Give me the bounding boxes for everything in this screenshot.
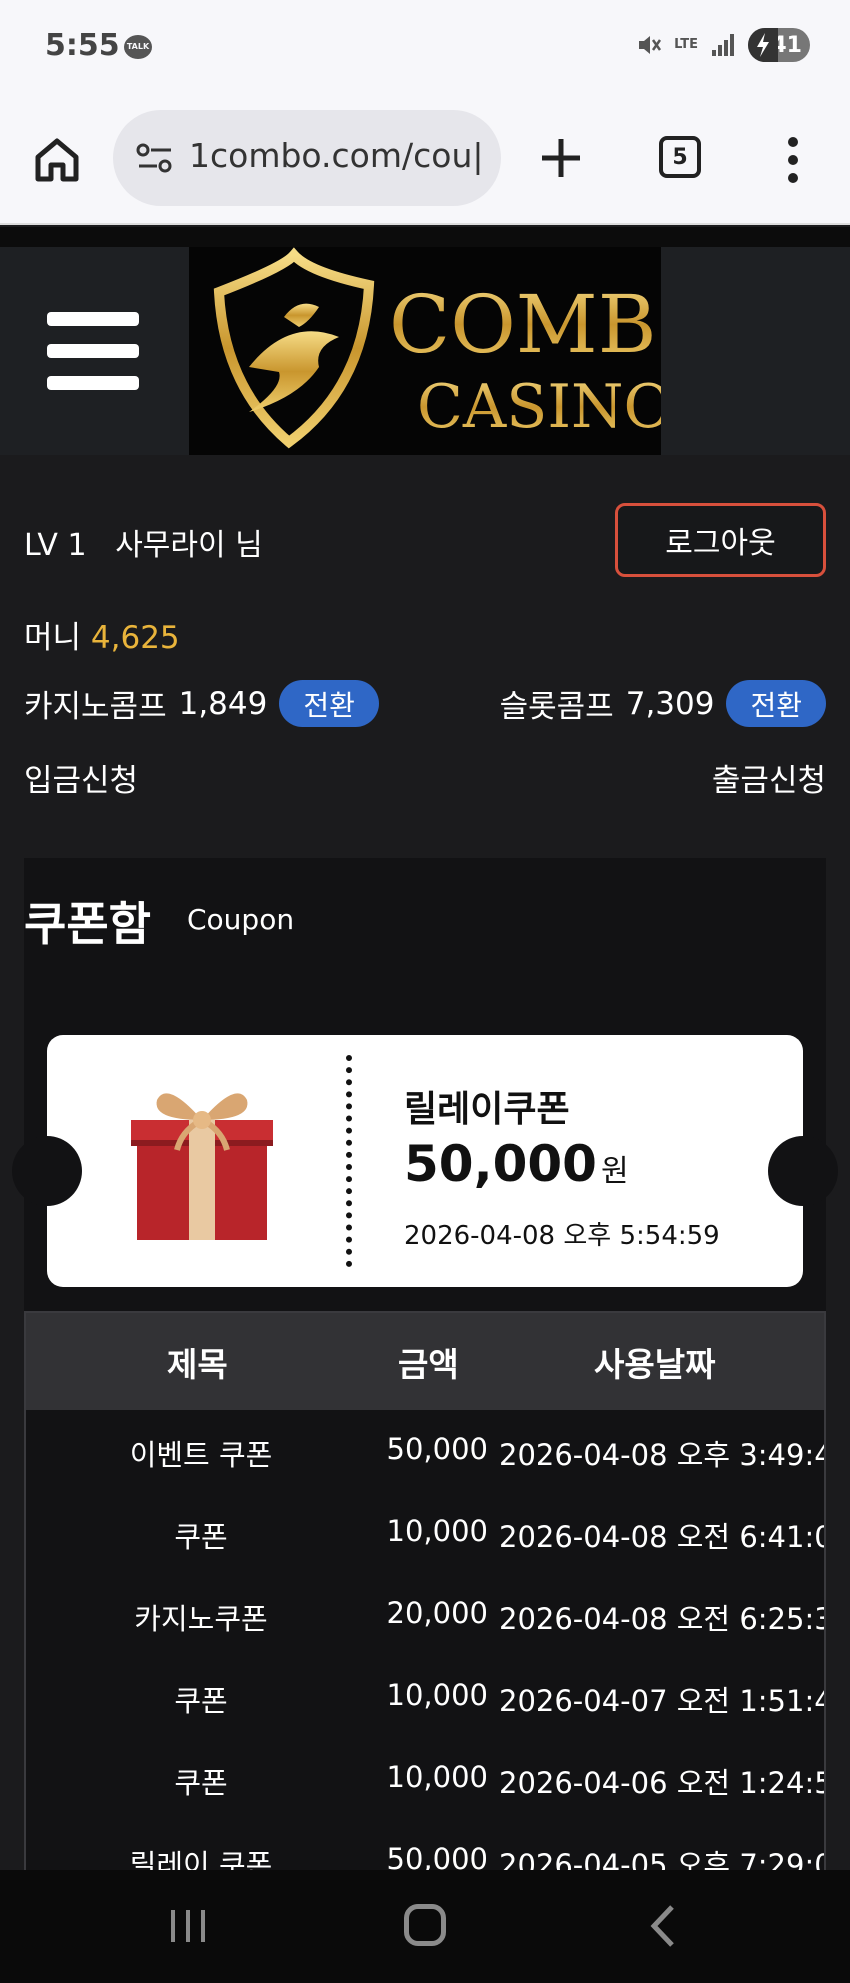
home-button-icon[interactable] (404, 1904, 446, 1946)
signal-icon (712, 34, 734, 56)
status-bar: 5:55 TALK LTE 41 (0, 0, 850, 95)
url-text[interactable]: 1combo.com/cou| (189, 136, 484, 175)
home-icon[interactable] (32, 135, 82, 185)
table-row: 쿠폰 10,000 2026-04-08 오전 6:41:02 (26, 1492, 826, 1574)
table-row: 쿠폰 10,000 2026-04-06 오전 1:24:57 (26, 1738, 826, 1820)
coupon-box: 쿠폰함 Coupon 릴레이쿠폰 50,000 원 2026-04-08 오후 5… (12, 858, 838, 1983)
casino-comp-value: 1,849 (178, 685, 268, 722)
row-amount: 10,000 (386, 1678, 488, 1712)
status-time: 5:55 (45, 28, 120, 63)
logo-combo-text: COMBO (389, 278, 661, 371)
ticket-amount-value: 50,000 (404, 1135, 597, 1193)
lte-icon: LTE (674, 37, 698, 52)
menu-icon[interactable] (47, 312, 139, 390)
status-icons: LTE 41 (636, 28, 810, 62)
row-title: 이벤트 쿠폰 (129, 1438, 273, 1472)
user-level-name: LV 1 사무라이 님 (24, 520, 263, 564)
user-level: LV 1 (24, 528, 87, 563)
row-amount: 50,000 (386, 1432, 488, 1466)
row-title: 쿠폰 (174, 1684, 228, 1718)
row-date: 2026-04-08 오전 6:41:02 (499, 1520, 826, 1554)
table-header: 제목 금액 사용날짜 (26, 1313, 824, 1410)
withdraw-request-link[interactable]: 출금신청 (712, 755, 826, 800)
logo-casino-text: CASINO (417, 372, 661, 442)
ticket-perforation (346, 1055, 352, 1267)
ticket-notch-right (768, 1136, 838, 1206)
back-icon[interactable] (648, 1904, 678, 1948)
recent-apps-icon[interactable] (168, 1908, 208, 1944)
more-options-icon[interactable] (785, 135, 801, 185)
row-date: 2026-04-08 오전 6:25:31 (499, 1602, 826, 1636)
money-balance: 머니 4,625 (24, 612, 180, 657)
table-row: 이벤트 쿠폰 50,000 2026-04-08 오후 3:49:40 (26, 1410, 826, 1492)
table-row: 카지노쿠폰 20,000 2026-04-08 오전 6:25:31 (26, 1574, 826, 1656)
new-tab-icon[interactable] (538, 135, 584, 181)
header-date: 사용날짜 (594, 1344, 716, 1384)
mute-icon (639, 36, 662, 54)
coupon-ticket[interactable]: 릴레이쿠폰 50,000 원 2026-04-08 오후 5:54:59 (12, 1035, 838, 1287)
battery-icon: 41 (748, 28, 810, 62)
row-date: 2026-04-08 오후 3:49:40 (499, 1438, 826, 1472)
logout-button[interactable]: 로그아웃 (615, 503, 826, 577)
browser-toolbar: 1combo.com/cou| 5 (0, 95, 850, 225)
address-bar[interactable]: 1combo.com/cou| (113, 110, 501, 206)
ticket-amount: 50,000 원 (404, 1135, 629, 1193)
table-row: 쿠폰 10,000 2026-04-07 오전 1:51:44 (26, 1656, 826, 1738)
row-title: 쿠폰 (174, 1766, 228, 1800)
coupon-subtitle: Coupon (187, 903, 295, 936)
money-value: 4,625 (90, 620, 180, 656)
talk-notification-icon: TALK (124, 35, 152, 59)
row-title: 쿠폰 (174, 1520, 228, 1554)
slot-comp-value: 7,309 (625, 685, 715, 722)
row-date: 2026-04-06 오전 1:24:57 (499, 1766, 826, 1800)
deposit-request-link[interactable]: 입금신청 (24, 755, 138, 800)
header-amount: 금액 (398, 1344, 459, 1384)
user-info-panel: LV 1 사무라이 님 로그아웃 머니 4,625 카지노콤프 1,849 전환… (0, 455, 850, 855)
money-label: 머니 (24, 620, 82, 656)
ticket-amount-unit: 원 (600, 1154, 629, 1189)
user-name: 사무라이 님 (115, 528, 263, 563)
slot-comp: 슬롯콤프 7,309 전환 (500, 680, 826, 727)
casino-comp-label: 카지노콤프 (24, 689, 167, 725)
system-navigation-bar (0, 1870, 850, 1983)
casino-comp-convert-button[interactable]: 전환 (279, 680, 379, 727)
combo-casino-logo[interactable]: COMBO CASINO (189, 247, 724, 455)
row-amount: 10,000 (386, 1514, 488, 1548)
row-title: 카지노쿠폰 (134, 1602, 268, 1636)
gift-box-icon (131, 1093, 273, 1240)
header-title: 제목 (167, 1344, 228, 1384)
casino-comp: 카지노콤프 1,849 전환 (24, 680, 379, 727)
row-amount: 10,000 (386, 1760, 488, 1794)
ticket-coupon-name: 릴레이쿠폰 (404, 1089, 570, 1130)
row-date: 2026-04-07 오전 1:51:44 (499, 1684, 826, 1718)
coupon-title: 쿠폰함 (24, 897, 151, 951)
site-settings-icon[interactable] (135, 138, 175, 178)
ticket-notch-left (12, 1136, 82, 1206)
site-header: COMBO CASINO (0, 227, 850, 455)
slot-comp-convert-button[interactable]: 전환 (726, 680, 826, 727)
ticket-date: 2026-04-08 오후 5:54:59 (404, 1221, 720, 1251)
row-amount: 20,000 (386, 1596, 488, 1630)
tab-switcher-button[interactable]: 5 (659, 136, 701, 178)
slot-comp-label: 슬롯콤프 (499, 689, 614, 725)
